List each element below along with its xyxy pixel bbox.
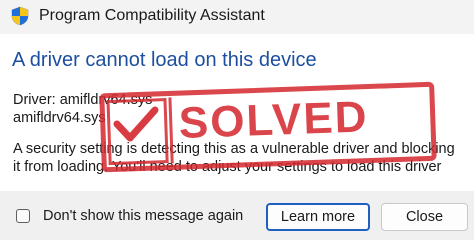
dialog-content: A driver cannot load on this device Driv… <box>0 34 474 191</box>
dialog-footer: Don't show this message again Learn more… <box>0 191 474 240</box>
dialog-heading: A driver cannot load on this device <box>12 49 317 71</box>
program-compatibility-dialog: Program Compatibility Assistant A driver… <box>0 0 474 240</box>
close-button[interactable]: Close <box>381 203 468 231</box>
window-title: Program Compatibility Assistant <box>39 7 265 24</box>
dont-show-again-label[interactable]: Don't show this message again <box>43 208 243 224</box>
title-bar: Program Compatibility Assistant <box>0 0 474 34</box>
dialog-message: A security setting is detecting this as … <box>13 141 455 175</box>
driver-file-line: amifldrv64.sys <box>13 110 106 126</box>
learn-more-button[interactable]: Learn more <box>266 203 370 231</box>
dont-show-again-checkbox[interactable] <box>16 209 30 223</box>
uac-shield-icon <box>11 6 29 26</box>
driver-name-line: Driver: amifldrv64.sys <box>13 92 153 108</box>
